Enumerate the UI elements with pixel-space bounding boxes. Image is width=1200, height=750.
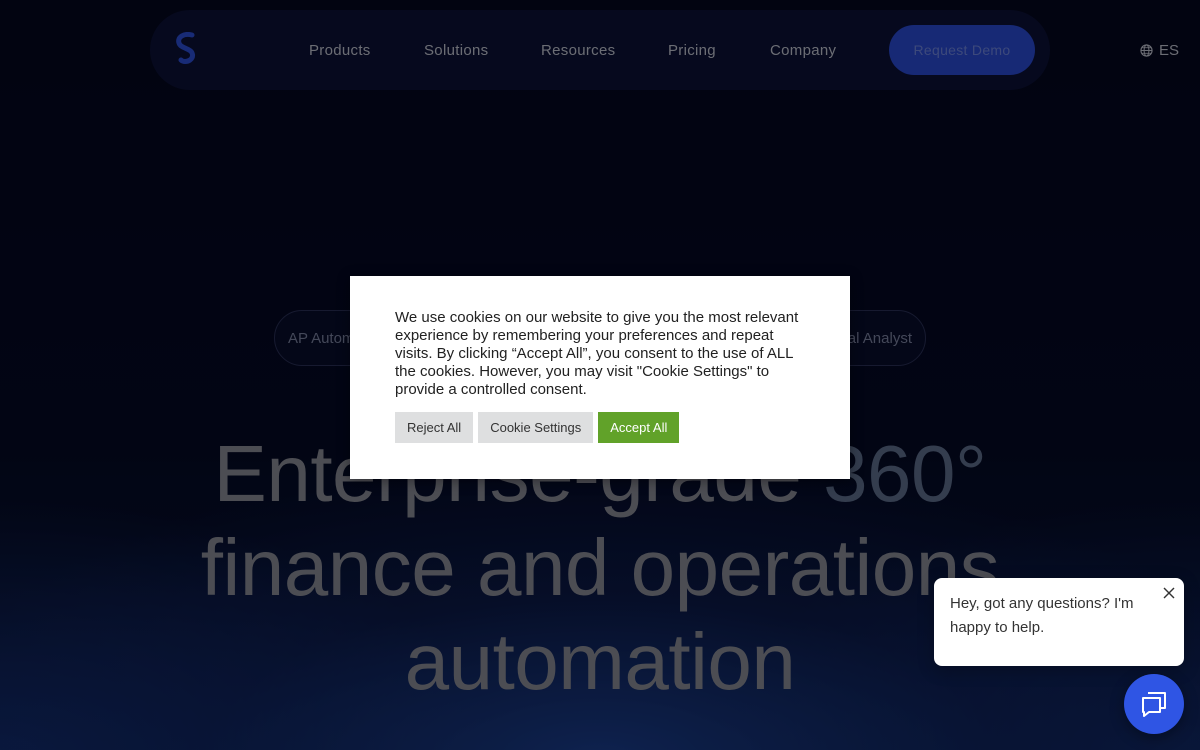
- chat-message: Hey, got any questions? I'm happy to hel…: [950, 595, 1134, 636]
- chat-greeting-bubble[interactable]: Hey, got any questions? I'm happy to hel…: [934, 578, 1184, 666]
- close-icon[interactable]: [1162, 586, 1176, 600]
- cookie-actions: Reject All Cookie Settings Accept All: [395, 412, 805, 443]
- chat-launcher-button[interactable]: [1124, 674, 1184, 734]
- cookie-message: We use cookies on our website to give yo…: [395, 309, 799, 398]
- chat-icon: [1142, 692, 1166, 717]
- accept-all-button[interactable]: Accept All: [598, 412, 680, 443]
- reject-all-button[interactable]: Reject All: [395, 412, 474, 443]
- cookie-consent-dialog: We use cookies on our website to give yo…: [350, 276, 850, 479]
- cookie-settings-button[interactable]: Cookie Settings: [478, 412, 594, 443]
